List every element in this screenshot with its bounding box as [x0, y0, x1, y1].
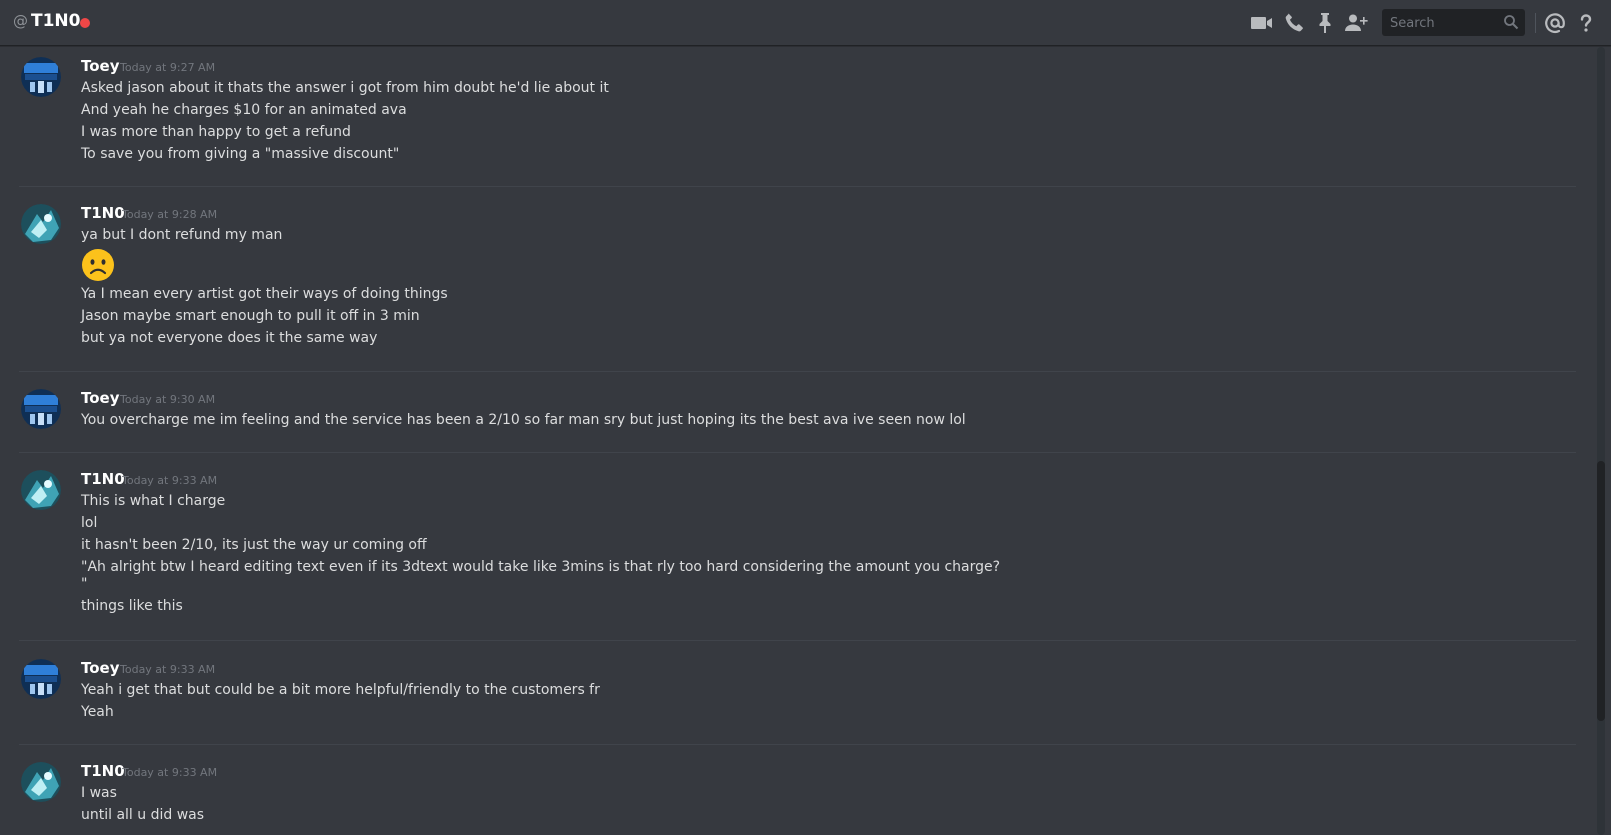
frowning-face-emoji	[81, 248, 115, 282]
message-text: Asked jason about it thats the answer i …	[81, 80, 609, 96]
message-text: You overcharge me im feeling and the ser…	[81, 412, 966, 428]
header-divider	[1535, 13, 1536, 33]
message-text: This is what I charge	[81, 493, 226, 509]
scrollbar-thumb[interactable]	[1597, 461, 1605, 721]
message-divider	[19, 186, 1576, 187]
message-divider	[19, 452, 1576, 453]
message-divider	[19, 371, 1576, 372]
pin-icon[interactable]	[1313, 11, 1337, 35]
dm-at-symbol: @	[13, 12, 28, 30]
message-timestamp: Today at 9:33 AM	[120, 663, 216, 676]
message-timestamp: Today at 9:33 AM	[122, 766, 218, 779]
message-text: I was	[81, 785, 117, 801]
message-text: but ya not everyone does it the same way	[81, 330, 378, 346]
status-indicator	[80, 18, 90, 28]
message-text: "Ah alright btw I heard editing text eve…	[81, 559, 1001, 575]
message-text: Yeah i get that but could be a bit more …	[81, 682, 600, 698]
avatar[interactable]	[21, 204, 61, 244]
message-divider	[19, 640, 1576, 641]
help-icon[interactable]	[1574, 11, 1598, 35]
message-group: Toey Today at 9:33 AM Yeah i get that bu…	[0, 659, 1594, 739]
message-group: T1N0 Today at 9:33 AM This is what I cha…	[0, 470, 1594, 630]
message-group: T1N0 Today at 9:28 AM ya but I dont refu…	[0, 204, 1594, 374]
voice-call-icon[interactable]	[1282, 11, 1306, 35]
search-icon[interactable]	[1503, 14, 1519, 30]
message-text: And yeah he charges $10 for an animated …	[81, 102, 407, 118]
message-text: it hasn't been 2/10, its just the way ur…	[81, 537, 427, 553]
message-author[interactable]: T1N0	[81, 470, 125, 488]
message-text: Ya I mean every artist got their ways of…	[81, 286, 448, 302]
video-call-icon[interactable]	[1250, 11, 1274, 35]
message-list[interactable]: Toey Today at 9:27 AM Asked jason about …	[0, 47, 1594, 835]
message-text: Jason maybe smart enough to pull it off …	[81, 308, 420, 324]
avatar[interactable]	[21, 389, 61, 429]
message-divider	[19, 744, 1576, 745]
message-author[interactable]: Toey	[81, 389, 120, 407]
message-text: To save you from giving a "massive disco…	[81, 146, 400, 162]
message-text: until all u did was	[81, 807, 205, 823]
message-author[interactable]: Toey	[81, 57, 120, 75]
avatar[interactable]	[21, 659, 61, 699]
message-text: things like this	[81, 598, 183, 614]
message-timestamp: Today at 9:33 AM	[122, 474, 218, 487]
search-box[interactable]	[1382, 9, 1525, 36]
search-input[interactable]	[1388, 13, 1504, 34]
message-text: ya but I dont refund my man	[81, 227, 283, 243]
avatar[interactable]	[21, 57, 61, 97]
add-friend-icon[interactable]	[1344, 11, 1368, 35]
channel-header: @ T1N0	[0, 0, 1611, 46]
message-author[interactable]: Toey	[81, 659, 120, 677]
message-text: Yeah	[81, 704, 114, 720]
message-timestamp: Today at 9:28 AM	[122, 208, 218, 221]
avatar[interactable]	[21, 762, 61, 802]
message-author[interactable]: T1N0	[81, 762, 125, 780]
message-group: T1N0 Today at 9:33 AM I was until all u …	[0, 762, 1594, 835]
message-timestamp: Today at 9:30 AM	[120, 393, 216, 406]
message-text: lol	[81, 515, 98, 531]
message-text: "	[81, 576, 88, 592]
avatar[interactable]	[21, 470, 61, 510]
message-author[interactable]: T1N0	[81, 204, 125, 222]
dm-recipient-name[interactable]: T1N0	[31, 11, 80, 31]
mention-icon[interactable]	[1543, 11, 1567, 35]
message-timestamp: Today at 9:27 AM	[120, 61, 216, 74]
message-group: Toey Today at 9:27 AM Asked jason about …	[0, 57, 1594, 195]
message-text: I was more than happy to get a refund	[81, 124, 351, 140]
message-group: Toey Today at 9:30 AM You overcharge me …	[0, 389, 1594, 449]
